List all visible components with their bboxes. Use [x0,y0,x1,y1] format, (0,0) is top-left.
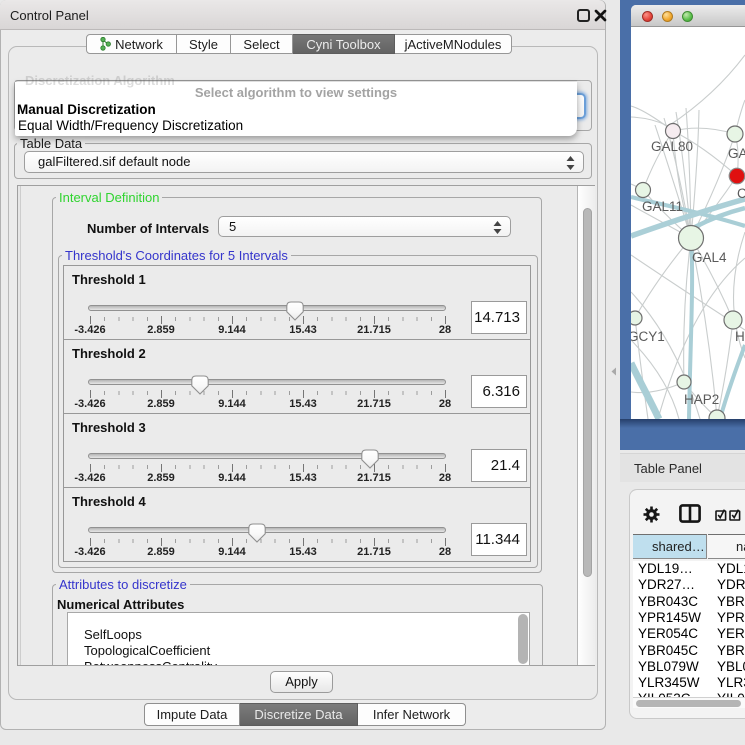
svg-text:GAL4: GAL4 [692,250,727,265]
svg-text:C: C [737,186,745,201]
svg-text:GCY1: GCY1 [631,329,665,344]
svg-text:GAL11: GAL11 [642,199,683,214]
svg-text:H: H [735,329,745,344]
svg-text:GAL80: GAL80 [651,139,693,154]
svg-text:GA: GA [728,146,745,161]
svg-text:HAP2: HAP2 [684,392,719,407]
